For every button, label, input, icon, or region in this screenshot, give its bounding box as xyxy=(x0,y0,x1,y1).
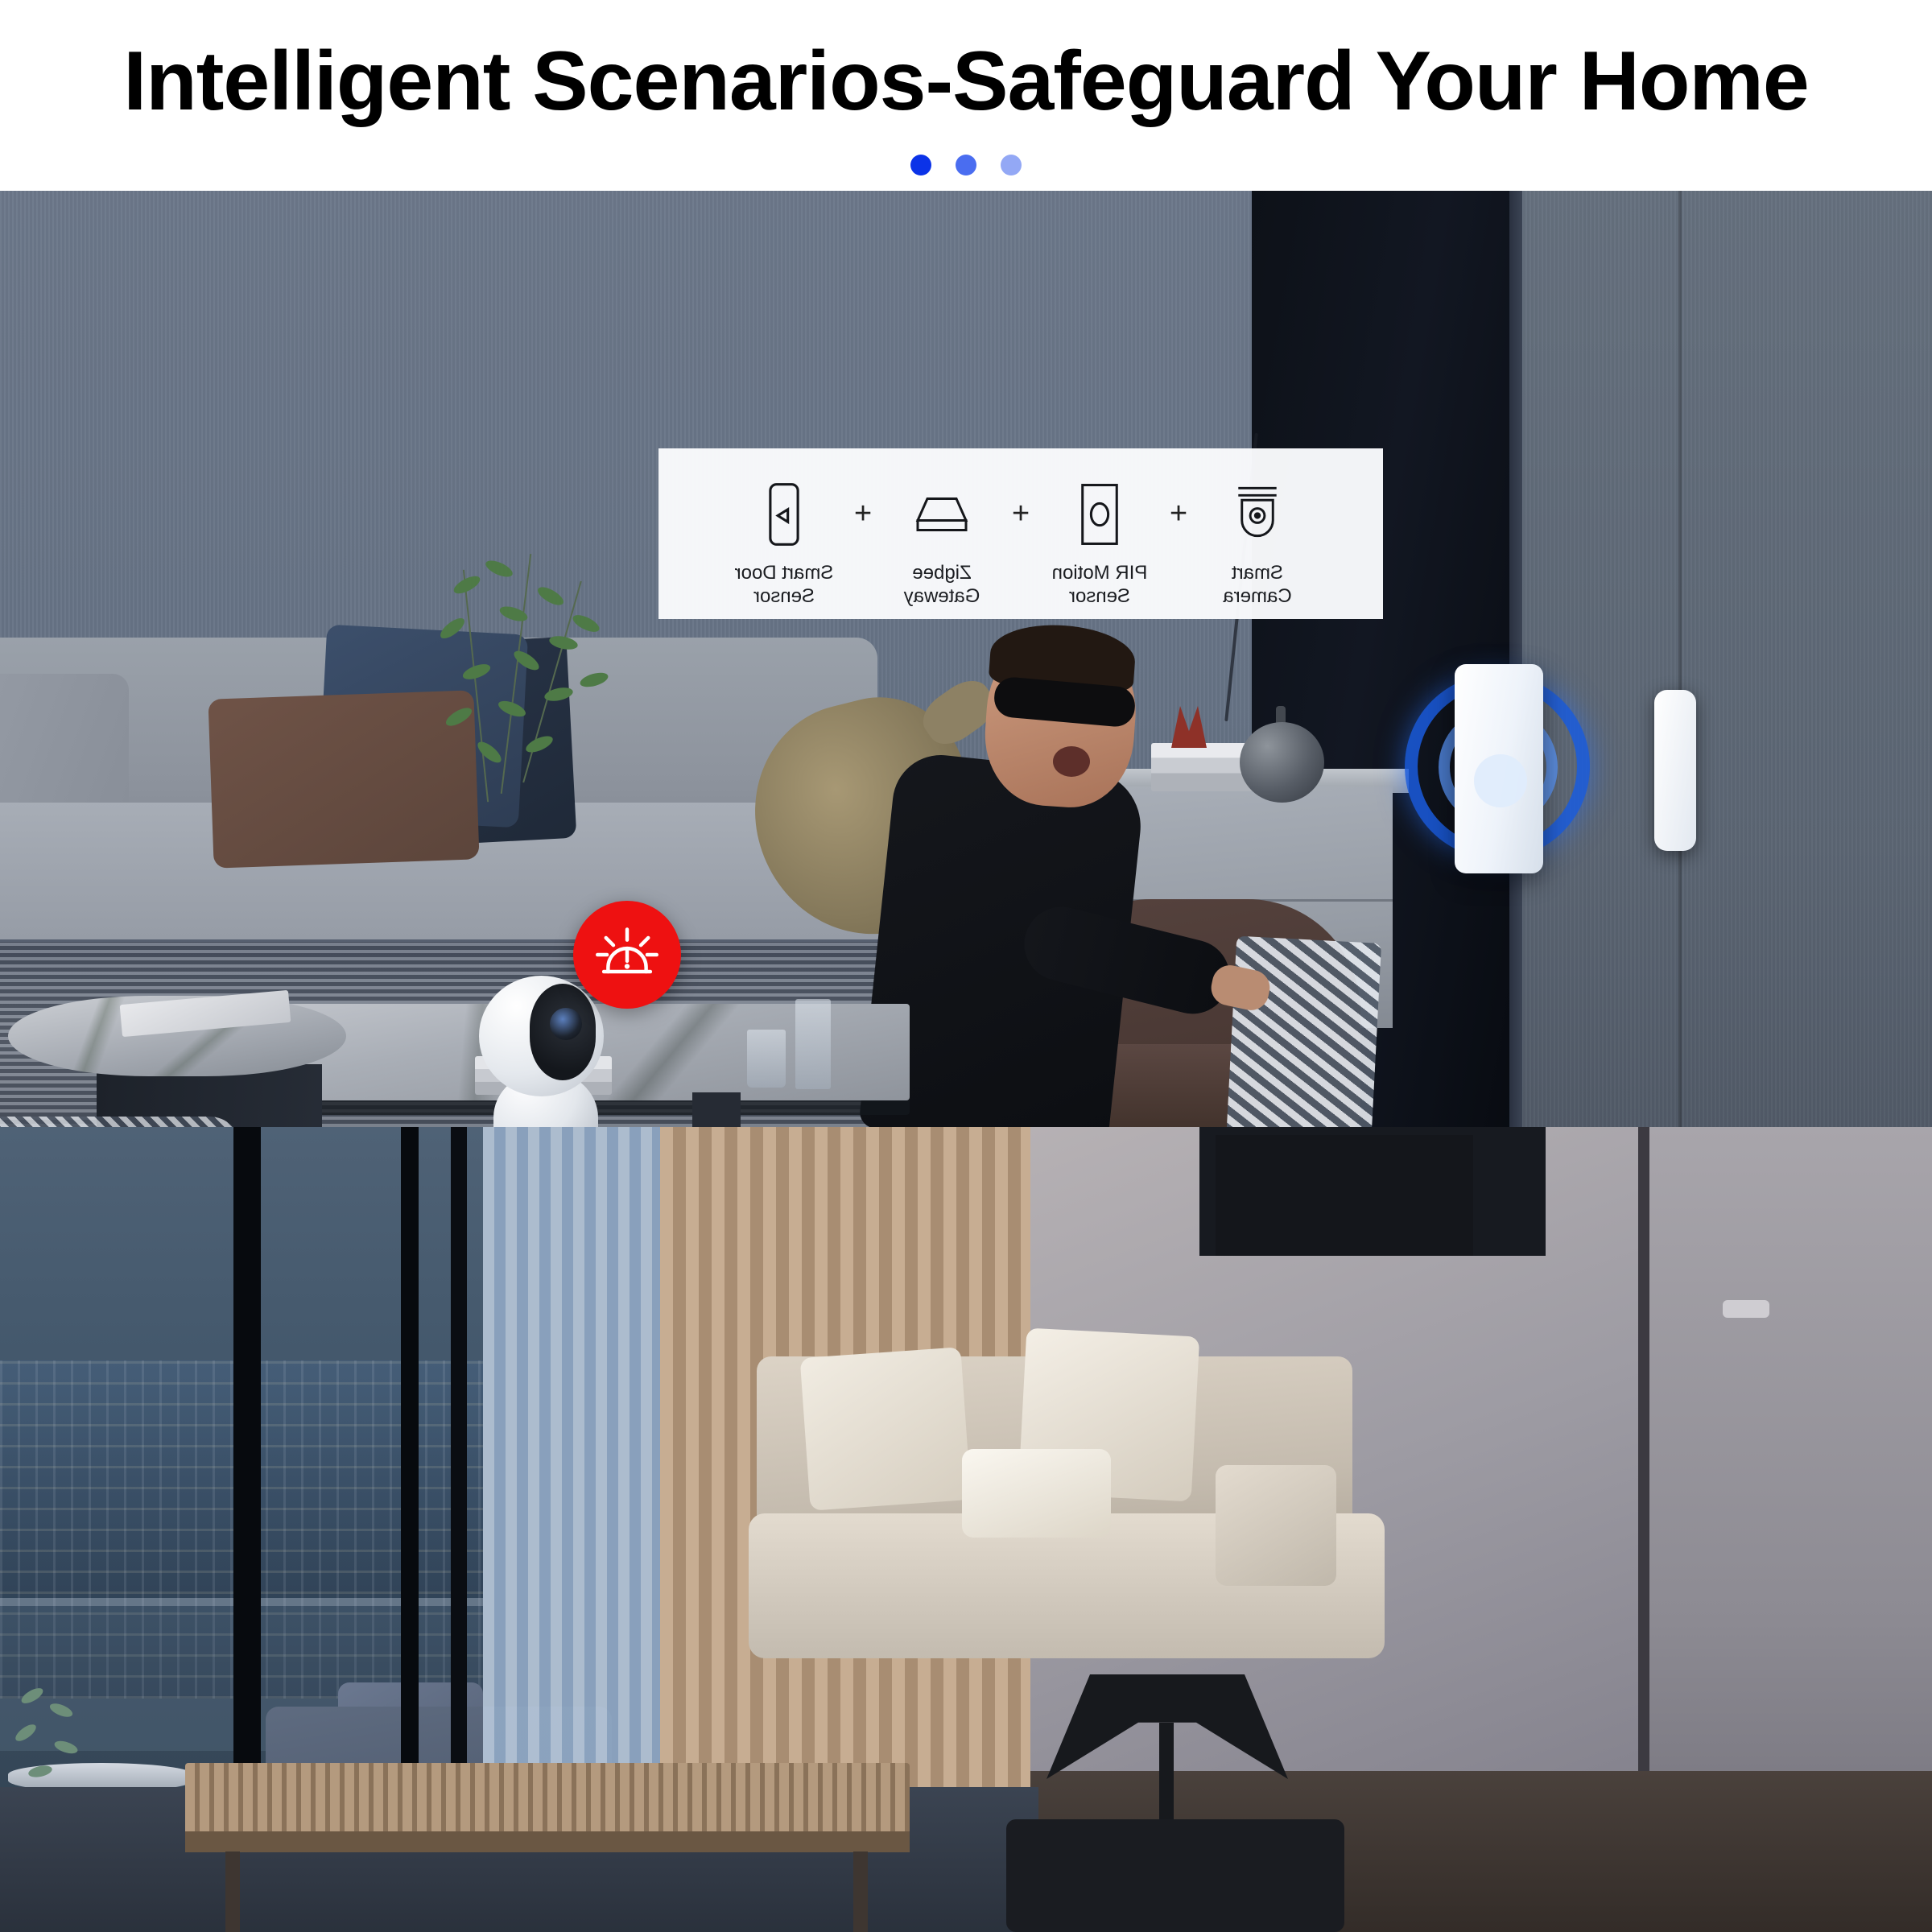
device-zigbee-gateway[interactable]: Zigbee Gateway xyxy=(881,477,1002,609)
black-chair xyxy=(958,1674,1377,1932)
checked-throw xyxy=(1218,935,1382,1127)
table-leg xyxy=(853,1852,868,1932)
smart-camera-icon xyxy=(1231,477,1284,551)
alarm-siren-icon xyxy=(596,927,658,974)
alarm-badge-top[interactable] xyxy=(573,901,681,1009)
carousel-dot-1[interactable] xyxy=(910,155,931,175)
burglar-mouth xyxy=(1053,746,1090,777)
smart-door-sensor-device-top xyxy=(1405,664,1614,873)
house-plant xyxy=(378,545,620,803)
plus-separator: + xyxy=(1011,497,1030,530)
carousel-dot-3[interactable] xyxy=(1001,155,1022,175)
scene-bottom-apartment: Smart Door Sensor + Zigbee Gateway + xyxy=(0,1127,1932,1932)
drinking-glass xyxy=(747,1030,786,1088)
table-leg xyxy=(692,1092,741,1127)
cream-lumbar-pillow xyxy=(962,1449,1111,1538)
scene-top-living-room: Smart Camera + PIR Motion Sensor + Zigbe… xyxy=(0,191,1932,1127)
checked-blanket xyxy=(0,1117,242,1127)
device-pir-motion-sensor[interactable]: PIR Motion Sensor xyxy=(1039,477,1160,609)
cream-pillow xyxy=(1216,1465,1336,1586)
page-title: Intelligent Scenarios-Safeguard Your Hom… xyxy=(123,35,1809,128)
door-handle xyxy=(1723,1300,1769,1318)
carousel-dot-2[interactable] xyxy=(956,155,976,175)
plus-separator: + xyxy=(853,497,873,530)
device-label: PIR Motion Sensor xyxy=(1051,562,1148,608)
device-label: Smart Door Sensor xyxy=(734,562,834,608)
zigbee-gateway-icon xyxy=(913,477,971,551)
slatted-coffee-table xyxy=(185,1763,910,1835)
pir-motion-sensor-icon xyxy=(1077,477,1122,551)
table-leg xyxy=(225,1852,240,1932)
device-label: Smart Camera xyxy=(1223,562,1292,608)
glass-bottle xyxy=(795,999,831,1089)
device-label: Zigbee Gateway xyxy=(903,562,980,608)
wall-seam xyxy=(1678,191,1682,1127)
table-edge xyxy=(185,1831,910,1852)
device-strip-top: Smart Camera + PIR Motion Sensor + Zigbe… xyxy=(658,448,1383,619)
door-sensor-magnet-top xyxy=(1654,690,1696,851)
door-sensor-button xyxy=(1474,754,1527,807)
banner-header: Intelligent Scenarios-Safeguard Your Hom… xyxy=(0,0,1932,191)
product-banner-page: Intelligent Scenarios-Safeguard Your Hom… xyxy=(0,0,1932,1932)
smart-door-sensor-icon xyxy=(766,477,802,551)
device-smart-door-sensor[interactable]: Smart Door Sensor xyxy=(724,477,844,609)
wall-art-frame xyxy=(1216,1135,1473,1256)
chair-spine xyxy=(1159,1723,1174,1835)
carousel-dots[interactable] xyxy=(0,155,1932,175)
sphere-vase xyxy=(1240,722,1324,803)
plus-separator: + xyxy=(1169,497,1188,530)
device-smart-camera[interactable]: Smart Camera xyxy=(1197,477,1318,609)
chair-seat xyxy=(1006,1819,1344,1932)
cream-pillow xyxy=(799,1347,972,1511)
doorway-edge xyxy=(1509,191,1522,1127)
camera-lens xyxy=(550,1008,582,1040)
right-wall xyxy=(1521,191,1932,1127)
